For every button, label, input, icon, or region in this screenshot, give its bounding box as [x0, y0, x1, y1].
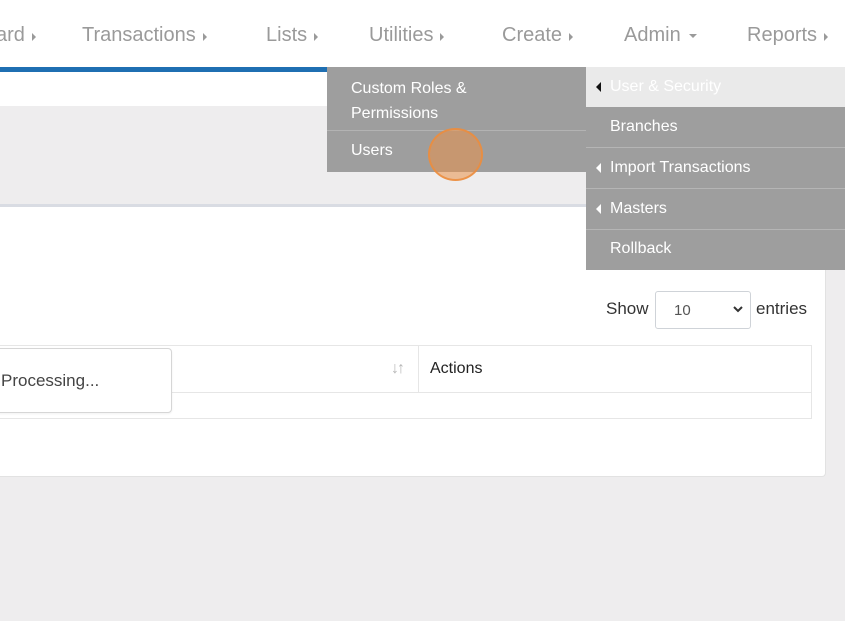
show-label: Show [606, 299, 649, 318]
submenu-item-branches[interactable]: Branches [586, 107, 845, 147]
menu-item-users-label: Users [351, 142, 393, 159]
caret-right-icon [569, 32, 574, 41]
processing-indicator: Processing... [0, 348, 172, 413]
nav-utilities[interactable]: Utilities [369, 24, 445, 47]
caret-left-icon [596, 82, 601, 92]
nav-dashboard-label: ard [0, 24, 25, 46]
nav-create[interactable]: Create [502, 24, 574, 47]
nav-lists-label: Lists [266, 24, 308, 46]
submenu-item-user-security[interactable]: User & Security [586, 67, 845, 107]
sort-icon[interactable]: ↓↑ [391, 360, 405, 378]
entries-label: entries [756, 299, 808, 318]
nav-admin[interactable]: Admin [624, 24, 697, 47]
entries-select[interactable]: 10 [655, 291, 751, 329]
submenu-item-rollback-label: Rollback [610, 240, 672, 257]
entries-select-value: 10 [674, 301, 691, 319]
caret-right-icon [824, 32, 829, 41]
column-header-actions[interactable]: Actions [430, 360, 482, 378]
menu-item-custom-roles-line1: Custom Roles & [351, 80, 467, 97]
click-indicator [428, 128, 483, 181]
caret-left-icon [596, 204, 601, 214]
caret-right-icon [314, 32, 319, 41]
active-nav-underline [0, 67, 340, 72]
nav-transactions-label: Transactions [82, 24, 196, 46]
admin-submenu: User & Security Branches Import Transact… [586, 67, 845, 270]
caret-down-icon [688, 34, 697, 38]
column-divider [418, 346, 419, 392]
submenu-item-branches-label: Branches [610, 118, 678, 135]
menu-item-custom-roles-line2: Permissions [351, 105, 439, 122]
chevron-down-icon [733, 306, 743, 313]
caret-right-icon [31, 32, 36, 41]
nav-create-label: Create [502, 24, 563, 46]
processing-text: Processing... [1, 371, 100, 390]
submenu-item-user-security-label: User & Security [610, 78, 722, 95]
nav-lists[interactable]: Lists [266, 24, 319, 47]
nav-reports[interactable]: Reports [747, 24, 829, 47]
submenu-item-import-transactions[interactable]: Import Transactions [586, 148, 845, 188]
nav-reports-label: Reports [747, 24, 818, 46]
caret-left-icon [596, 163, 601, 173]
menu-item-custom-roles[interactable]: Custom Roles & Permissions [327, 76, 587, 126]
caret-right-icon [202, 32, 207, 41]
nav-dashboard[interactable]: ard [0, 24, 36, 47]
caret-right-icon [440, 32, 445, 41]
nav-admin-label: Admin [624, 24, 681, 46]
nav-utilities-label: Utilities [369, 24, 434, 46]
submenu-item-masters[interactable]: Masters [586, 189, 845, 229]
nav-transactions[interactable]: Transactions [82, 24, 207, 47]
submenu-item-import-transactions-label: Import Transactions [610, 159, 751, 176]
submenu-item-rollback[interactable]: Rollback [586, 229, 845, 269]
submenu-item-masters-label: Masters [610, 200, 667, 217]
